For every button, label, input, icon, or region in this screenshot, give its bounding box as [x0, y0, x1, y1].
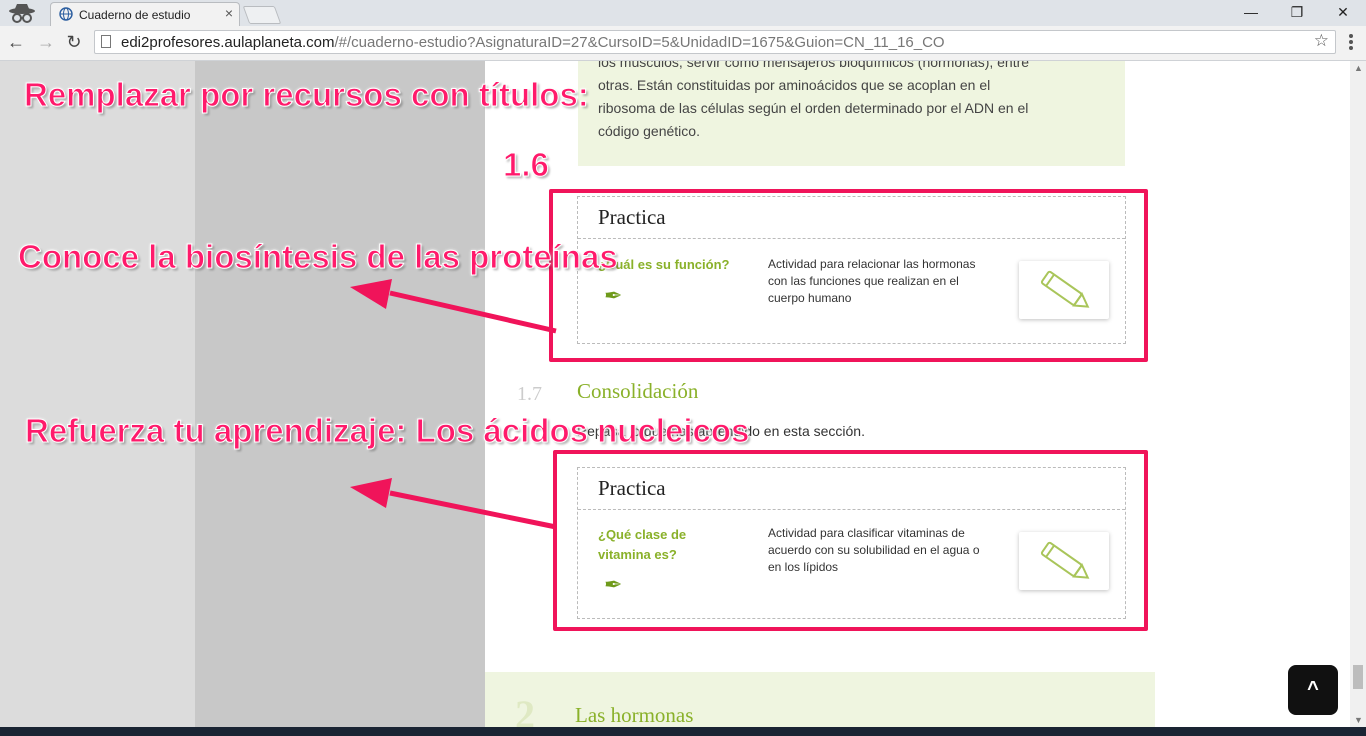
arrow-head-1 [350, 279, 392, 309]
annotation-resource-1: Conoce la biosíntesis de las proteínas [18, 238, 619, 276]
annotation-section-number: 1.6 [503, 146, 550, 184]
annotation-replace-title: Remplazar por recursos con títulos: [24, 76, 590, 114]
arrow-line-1 [389, 290, 557, 334]
annotation-resource-2: Refuerza tu aprendizaje: Los ácidos nucl… [24, 412, 750, 450]
arrow-line-2 [389, 490, 557, 530]
arrow-head-2 [350, 478, 392, 508]
